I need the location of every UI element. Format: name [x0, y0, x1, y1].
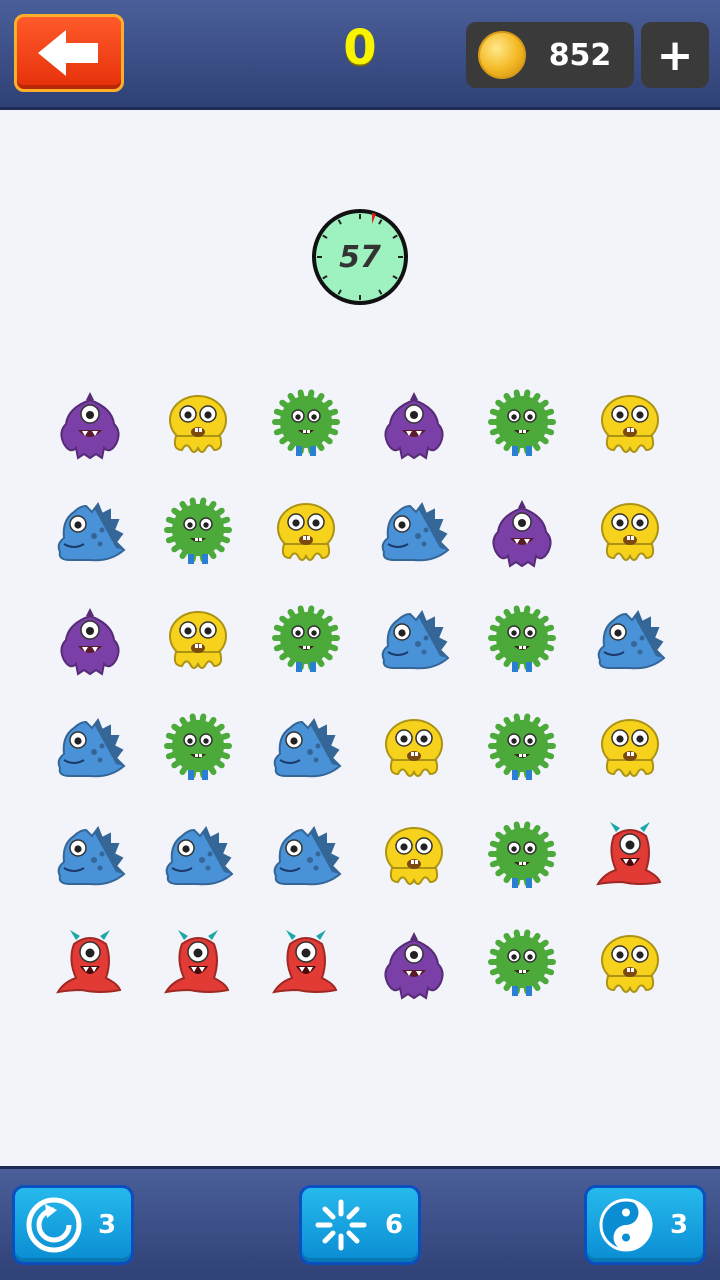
- sparkle-icon: [315, 1199, 367, 1251]
- swap-count: 3: [669, 1210, 689, 1240]
- monster-board: [36, 370, 684, 1018]
- blue-monster-icon: [273, 717, 342, 778]
- board-tile[interactable]: [360, 370, 468, 478]
- board-tile[interactable]: [360, 694, 468, 802]
- board-tile[interactable]: [36, 370, 144, 478]
- hint-count: 6: [384, 1210, 404, 1240]
- yellow-monster-icon: [169, 611, 227, 669]
- board-tile[interactable]: [36, 586, 144, 694]
- coin-balance: 852: [466, 22, 634, 88]
- board-tile[interactable]: [144, 478, 252, 586]
- green-monster-icon: [164, 497, 232, 564]
- shuffle-button[interactable]: 3: [12, 1185, 134, 1265]
- board-tile[interactable]: [468, 910, 576, 1018]
- board-tile[interactable]: [252, 370, 360, 478]
- purple-monster-icon: [384, 392, 444, 460]
- board-tile[interactable]: [360, 478, 468, 586]
- yellow-monster-icon: [385, 719, 443, 777]
- board-tile[interactable]: [252, 802, 360, 910]
- green-monster-icon: [488, 821, 556, 888]
- hint-button[interactable]: 6: [299, 1185, 421, 1265]
- purple-monster-icon: [384, 932, 444, 1000]
- green-monster-icon: [488, 713, 556, 780]
- board-tile[interactable]: [252, 694, 360, 802]
- timer-seconds: 57: [339, 239, 381, 275]
- blue-monster-icon: [597, 609, 666, 670]
- board-tile[interactable]: [144, 910, 252, 1018]
- yellow-monster-icon: [385, 827, 443, 885]
- back-button[interactable]: [14, 14, 124, 92]
- green-monster-icon: [272, 605, 340, 672]
- coin-count: 852: [548, 37, 612, 73]
- board-tile[interactable]: [468, 478, 576, 586]
- blue-monster-icon: [273, 825, 342, 886]
- board-tile[interactable]: [252, 586, 360, 694]
- refresh-icon: [26, 1197, 82, 1253]
- green-monster-icon: [488, 389, 556, 456]
- board-tile[interactable]: [252, 910, 360, 1018]
- board-tile[interactable]: [144, 694, 252, 802]
- board-tile[interactable]: [144, 586, 252, 694]
- board-tile[interactable]: [360, 910, 468, 1018]
- board-tile[interactable]: [36, 478, 144, 586]
- blue-monster-icon: [381, 609, 450, 670]
- add-coins-button[interactable]: +: [641, 22, 709, 88]
- board-tile[interactable]: [576, 910, 684, 1018]
- yellow-monster-icon: [601, 719, 659, 777]
- board-tile[interactable]: [468, 802, 576, 910]
- board-tile[interactable]: [468, 694, 576, 802]
- yellow-monster-icon: [601, 935, 659, 993]
- green-monster-icon: [164, 713, 232, 780]
- yellow-monster-icon: [169, 395, 227, 453]
- red-monster-icon: [56, 930, 122, 994]
- bottom-bar: 3 6 3: [0, 1166, 720, 1280]
- board-tile[interactable]: [360, 586, 468, 694]
- score-value: 0: [343, 20, 377, 76]
- yellow-monster-icon: [601, 503, 659, 561]
- gold-coin-icon: [478, 31, 526, 79]
- shuffle-count: 3: [97, 1210, 117, 1240]
- board-tile[interactable]: [144, 802, 252, 910]
- red-monster-icon: [272, 930, 338, 994]
- board-tile[interactable]: [576, 694, 684, 802]
- blue-monster-icon: [165, 825, 234, 886]
- board-tile[interactable]: [576, 370, 684, 478]
- board-tile[interactable]: [360, 802, 468, 910]
- green-monster-icon: [488, 929, 556, 996]
- board-tile[interactable]: [36, 910, 144, 1018]
- yin-yang-icon: [599, 1198, 653, 1252]
- board-tile[interactable]: [468, 586, 576, 694]
- yellow-monster-icon: [601, 395, 659, 453]
- green-monster-icon: [488, 605, 556, 672]
- blue-monster-icon: [57, 825, 126, 886]
- countdown-timer: 57: [309, 206, 411, 308]
- board-tile[interactable]: [36, 802, 144, 910]
- board-tile[interactable]: [576, 478, 684, 586]
- red-monster-icon: [164, 930, 230, 994]
- purple-monster-icon: [60, 392, 120, 460]
- yellow-monster-icon: [277, 503, 335, 561]
- board-tile[interactable]: [468, 370, 576, 478]
- purple-monster-icon: [492, 500, 552, 568]
- blue-monster-icon: [381, 501, 450, 562]
- red-monster-icon: [596, 822, 662, 886]
- green-monster-icon: [272, 389, 340, 456]
- board-tile[interactable]: [252, 478, 360, 586]
- swap-button[interactable]: 3: [584, 1185, 706, 1265]
- blue-monster-icon: [57, 501, 126, 562]
- board-tile[interactable]: [576, 586, 684, 694]
- board-tile[interactable]: [576, 802, 684, 910]
- top-bar: 0 852 +: [0, 0, 720, 110]
- board-tile[interactable]: [144, 370, 252, 478]
- board-tile[interactable]: [36, 694, 144, 802]
- arrow-left-icon: [38, 30, 98, 76]
- blue-monster-icon: [57, 717, 126, 778]
- purple-monster-icon: [60, 608, 120, 676]
